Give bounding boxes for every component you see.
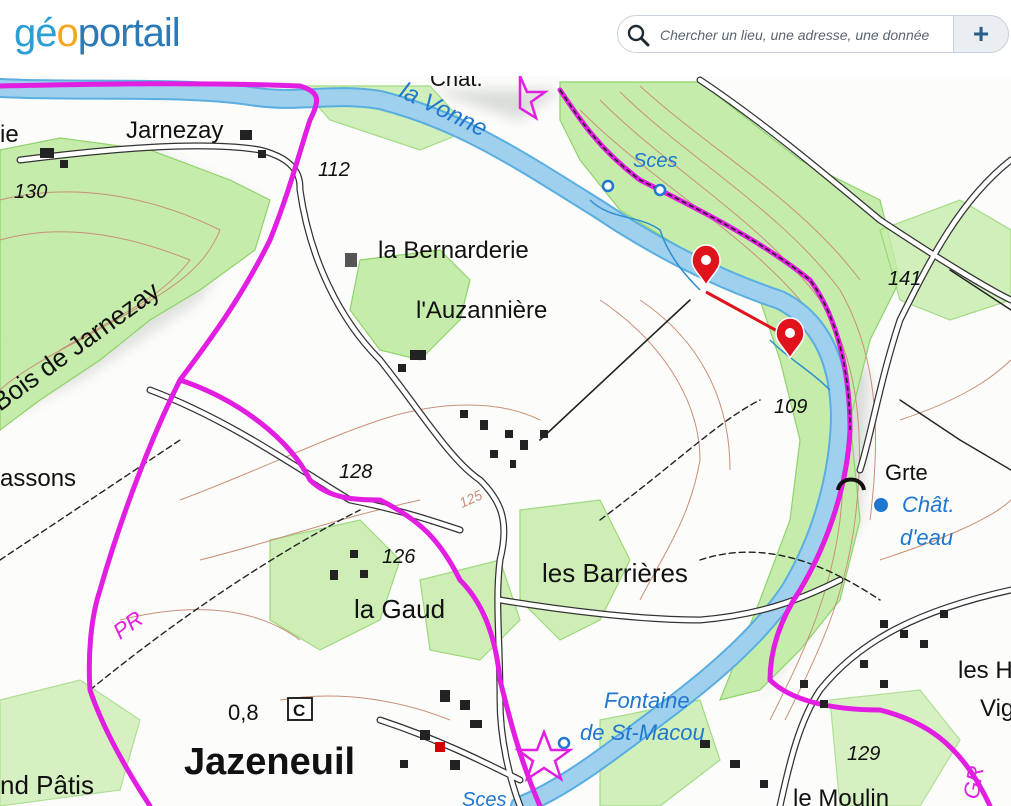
water-tower-symbol — [874, 498, 888, 512]
logo-geo: gé — [14, 11, 57, 55]
label-ie: ie — [0, 121, 19, 148]
label-alt-112: 112 — [318, 159, 350, 181]
fountain-symbol — [557, 736, 571, 750]
label-auzanniere: l'Auzannière — [416, 297, 547, 324]
label-alt-109: 109 — [774, 396, 807, 418]
label-alt-130: 130 — [14, 181, 47, 203]
label-chat-top: Chat. — [430, 76, 483, 91]
logo-portail: portail — [77, 11, 181, 55]
search-input[interactable] — [658, 22, 937, 48]
label-les-h: les H — [958, 657, 1011, 684]
top-header: géoportail + — [0, 0, 1011, 76]
geoportail-logo[interactable]: géoportail — [14, 8, 181, 58]
topographic-map[interactable]: Jarnezay 112 130 Bois de Jarnezay la Ber… — [0, 76, 1011, 806]
label-fontaine-1: Fontaine — [604, 688, 690, 713]
map-view[interactable]: Jarnezay 112 130 Bois de Jarnezay la Ber… — [0, 76, 1011, 806]
label-sces-2: Sces — [462, 789, 506, 806]
label-assons: assons — [0, 465, 76, 492]
label-patis: nd Pâtis — [0, 770, 94, 800]
label-bernarderie: la Bernarderie — [378, 237, 529, 264]
label-jarnezay: Jarnezay — [126, 117, 223, 144]
label-alt-126: 126 — [382, 546, 416, 568]
label-barrieres: les Barrières — [542, 558, 688, 588]
search-icon[interactable] — [626, 23, 650, 47]
label-alt-128: 128 — [339, 461, 372, 483]
label-alt-141: 141 — [888, 268, 921, 290]
add-button[interactable]: + — [953, 15, 1009, 53]
label-moulin: le Moulin — [793, 785, 889, 806]
label-chat-eau-1: Chât. — [902, 492, 955, 517]
label-chat-eau-2: d'eau — [900, 525, 953, 550]
spring-symbol-1 — [601, 179, 615, 193]
label-la-gaud: la Gaud — [354, 594, 445, 624]
search-bar: + — [617, 15, 1009, 53]
logo-o: o — [56, 11, 79, 55]
spring-symbol-2 — [653, 183, 667, 197]
label-alt-129: 129 — [847, 743, 880, 765]
label-c-symbol: C — [293, 701, 305, 720]
label-distance: 0,8 — [228, 700, 259, 725]
label-fontaine-2: de St-Macou — [580, 720, 705, 745]
label-sces-1: Sces — [633, 150, 677, 172]
label-grte: Grte — [885, 460, 928, 485]
label-vig: Vig — [980, 695, 1011, 722]
label-jazeneuil: Jazeneuil — [184, 741, 355, 783]
